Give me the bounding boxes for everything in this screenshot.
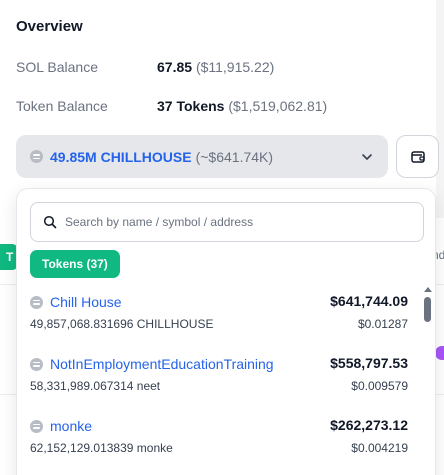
token-name[interactable]: Chill House [50,294,122,310]
token-search-box[interactable] [30,202,424,242]
token-coin-icon [30,419,43,433]
background-badge [435,346,444,360]
search-icon [43,215,57,229]
selected-token-name: 49.85M CHILLHOUSE [50,148,192,165]
token-search-input[interactable] [65,215,405,229]
tab-tokens[interactable]: Tokens (37) [30,250,120,278]
chevron-down-icon [362,153,372,160]
scroll-up-arrow-icon[interactable] [423,285,433,293]
token-select-dropdown[interactable]: 49.85M CHILLHOUSE (~$641.74K) [16,135,388,178]
token-amount: 58,331,989.067314 neet [30,379,161,393]
token-name[interactable]: monke [50,418,92,434]
token-usd-value: $262,273.12 [330,417,408,433]
token-price: $0.01287 [357,317,408,331]
token-amount: 62,152,129.013839 monke [30,441,173,455]
token-dropdown-menu: Tokens (37) Chill House 49,857,068.83169… [16,188,436,475]
token-amount: 49,857,068.831696 CHILLHOUSE [30,317,214,331]
sol-balance-usd: ($11,915.22) [195,59,275,75]
token-list-item[interactable]: monke 62,152,129.013839 monke $262,273.1… [17,413,421,475]
token-list-item[interactable]: NotInEmploymentEducationTraining 58,331,… [17,351,421,413]
wallet-button[interactable] [396,135,439,178]
token-name-row: NotInEmploymentEducationTraining [30,356,274,372]
token-coin-icon [30,295,43,309]
token-name[interactable]: NotInEmploymentEducationTraining [50,356,274,372]
token-price: $0.004219 [351,441,408,455]
token-name-row: Chill House [30,294,122,310]
selected-token-usd: (~$641.74K) [195,148,274,165]
sol-balance-amount: 67.85 [157,59,193,75]
token-price: $0.009579 [351,379,408,393]
wallet-icon [410,150,425,163]
token-coin-icon [30,150,43,163]
overview-title: Overview [16,18,83,35]
token-name-row: monke [30,418,92,434]
token-balance-usd: ($1,519,062.81) [228,98,328,114]
scrollbar-thumb[interactable] [424,297,431,322]
token-usd-value: $558,797.53 [330,355,408,371]
sol-balance-value: 67.85 ($11,915.22) [157,59,274,75]
token-list-item[interactable]: Chill House 49,857,068.831696 CHILLHOUSE… [17,289,421,351]
token-balance-value: 37 Tokens ($1,519,062.81) [157,98,327,114]
sol-balance-label: SOL Balance [16,59,98,75]
token-balance-count: 37 Tokens [157,98,225,114]
token-list: Chill House 49,857,068.831696 CHILLHOUSE… [17,289,421,475]
token-balance-label: Token Balance [16,98,108,114]
token-usd-value: $641,744.09 [330,293,408,309]
overview-card: Overview SOL Balance 67.85 ($11,915.22) … [0,0,439,218]
token-coin-icon [30,357,43,371]
